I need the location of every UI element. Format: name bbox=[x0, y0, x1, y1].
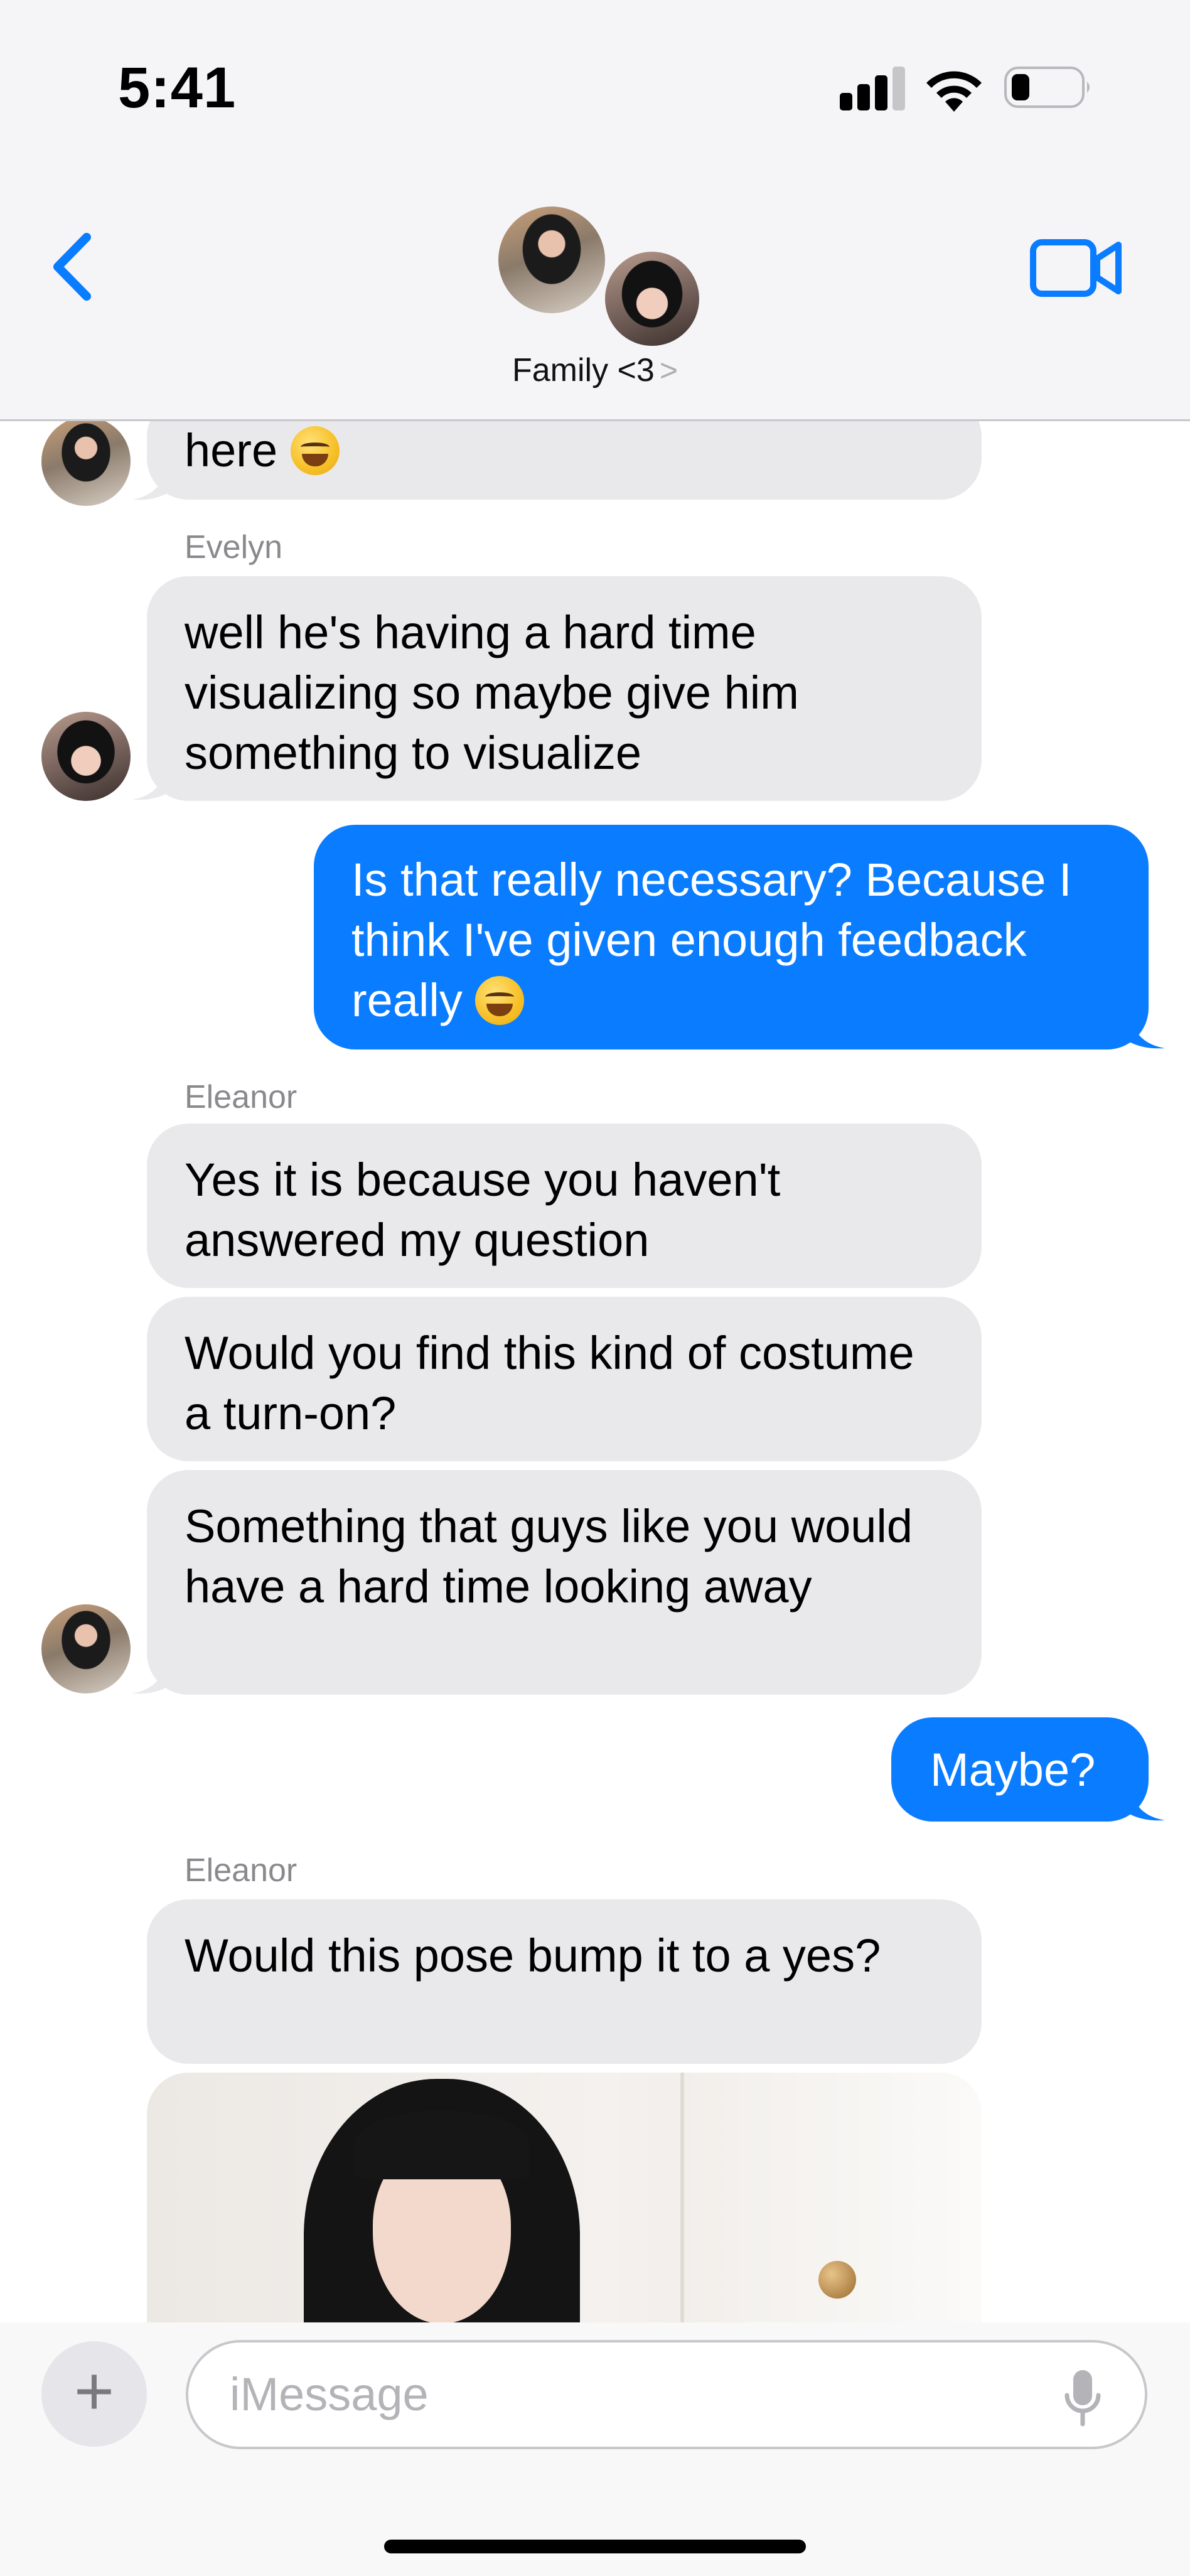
message-bubble-incoming[interactable]: well he's having a hard time visualizing… bbox=[147, 576, 982, 801]
message-bubble-incoming[interactable]: Would this pose bump it to a yes? bbox=[147, 1899, 982, 2064]
conversation-header: 5:41 Family <3 > bbox=[0, 0, 1190, 421]
message-text: here bbox=[185, 424, 278, 476]
battery-icon bbox=[1004, 67, 1090, 108]
group-avatar-stack[interactable] bbox=[496, 204, 703, 348]
laughing-emoji-icon bbox=[290, 426, 340, 475]
bubble-tail bbox=[132, 757, 173, 800]
wifi-icon bbox=[926, 71, 982, 112]
photo-bangs bbox=[354, 2110, 530, 2179]
composer: + iMessage bbox=[0, 2322, 1190, 2576]
sender-name: Evelyn bbox=[185, 529, 283, 566]
message-input-placeholder: iMessage bbox=[230, 2368, 429, 2420]
home-indicator bbox=[384, 2540, 806, 2553]
bubble-tail bbox=[132, 457, 173, 500]
avatar[interactable] bbox=[41, 1604, 131, 1693]
avatar bbox=[496, 204, 608, 316]
status-bar: 5:41 bbox=[0, 0, 1190, 182]
group-name-label: Family <3 bbox=[512, 352, 655, 389]
chevron-right-icon: > bbox=[659, 353, 678, 388]
mic-icon[interactable] bbox=[1061, 2366, 1105, 2429]
avatar[interactable] bbox=[41, 417, 131, 506]
message-text: Would you find this kind of costume a tu… bbox=[185, 1327, 914, 1439]
bubble-tail bbox=[1123, 1778, 1165, 1821]
message-text: Maybe? bbox=[930, 1744, 1096, 1796]
status-time: 5:41 bbox=[118, 56, 237, 120]
message-bubble-outgoing[interactable]: Is that really necessary? Because I thin… bbox=[314, 825, 1149, 1049]
signal-icon bbox=[840, 65, 905, 110]
photo-door-knob bbox=[818, 2261, 856, 2299]
message-bubble-incoming[interactable]: Something that guys like you would have … bbox=[147, 1470, 982, 1695]
sender-name: Eleanor bbox=[185, 1079, 298, 1115]
message-bubble-incoming[interactable]: Would you find this kind of costume a tu… bbox=[147, 1297, 982, 1461]
message-bubble-outgoing[interactable]: Maybe? bbox=[891, 1717, 1149, 1822]
message-text: Yes it is because you haven't answered m… bbox=[185, 1154, 781, 1266]
sender-name: Eleanor bbox=[185, 1852, 298, 1889]
message-input[interactable]: iMessage bbox=[186, 2340, 1147, 2449]
message-text: well he's having a hard time visualizing… bbox=[185, 606, 799, 779]
back-chevron-icon[interactable] bbox=[44, 226, 107, 308]
message-text: Is that really necessary? Because I thin… bbox=[351, 854, 1072, 1026]
group-name[interactable]: Family <3 > bbox=[0, 352, 1190, 389]
avatar bbox=[603, 249, 702, 348]
message-text: Would this pose bump it to a yes? bbox=[185, 1929, 881, 1982]
plus-button[interactable]: + bbox=[41, 2341, 147, 2447]
bubble-tail bbox=[132, 1651, 173, 1694]
bubble-tail bbox=[1123, 1006, 1165, 1049]
video-camera-icon[interactable] bbox=[1029, 233, 1123, 303]
message-text: Something that guys like you would have … bbox=[185, 1500, 913, 1613]
message-bubble-incoming[interactable]: Yes it is because you haven't answered m… bbox=[147, 1124, 982, 1288]
sweat-smile-emoji-icon bbox=[475, 976, 525, 1025]
avatar[interactable] bbox=[41, 712, 131, 801]
